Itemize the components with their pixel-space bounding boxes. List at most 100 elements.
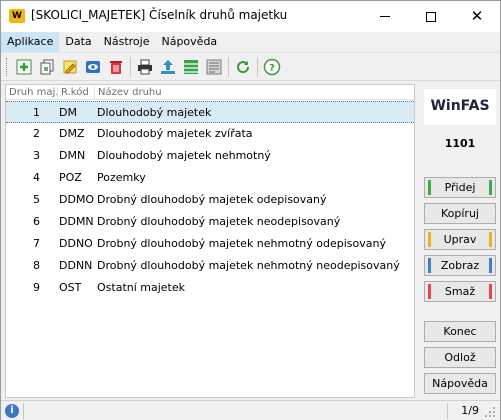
company-code: 1101 — [444, 137, 476, 150]
row-code: DDNO — [59, 237, 93, 250]
row-name: Drobný dlouhodobý majetek nehmotný odepi… — [97, 237, 386, 250]
menu-data[interactable]: Data — [59, 32, 97, 52]
menu-napoveda[interactable]: Nápověda — [155, 32, 223, 52]
row-name: Dlouhodobý majetek zvířata — [97, 127, 253, 140]
row-code: DM — [59, 106, 77, 119]
row-number: 8 — [33, 259, 40, 272]
toolbar-separator — [130, 57, 131, 77]
row-name: Ostatní majetek — [97, 281, 186, 294]
svg-text:?: ? — [269, 63, 275, 74]
table-row[interactable]: 4 POZ Pozemky — [6, 167, 414, 189]
row-name: Drobný dlouhodobý majetek neodepisovaný — [97, 215, 341, 228]
table-row[interactable]: 2 DMZ Dlouhodobý majetek zvířata — [6, 123, 414, 145]
row-number: 3 — [33, 149, 40, 162]
add-color-bar — [428, 180, 431, 195]
postpone-button-label: Odlož — [444, 351, 476, 364]
close-button[interactable]: ✕ — [454, 1, 500, 32]
form-icon[interactable] — [205, 58, 223, 76]
row-name: Pozemky — [97, 171, 146, 184]
copy-button[interactable]: Kopíruj — [424, 203, 496, 224]
row-number: 9 — [33, 281, 40, 294]
table-row[interactable]: 7 DDNO Drobný dlouhodobý majetek nehmotn… — [6, 233, 414, 255]
column-divider[interactable] — [94, 86, 95, 99]
maximize-button[interactable] — [408, 1, 454, 32]
status-divider — [23, 403, 24, 419]
delete-color-bar — [489, 284, 492, 299]
print-icon[interactable] — [136, 58, 154, 76]
minimize-icon — [380, 16, 390, 17]
row-code: OST — [59, 281, 82, 294]
table-icon[interactable] — [182, 58, 200, 76]
row-code: POZ — [59, 171, 82, 184]
app-logo-icon: W — [9, 9, 25, 23]
table-row[interactable]: 5 DDMO Drobný dlouhodobý majetek odepiso… — [6, 189, 414, 211]
menu-aplikace[interactable]: Aplikace — [1, 32, 60, 52]
column-header-rkod[interactable]: R.kód — [61, 85, 93, 100]
maximize-icon — [426, 11, 436, 22]
status-bar: i 1/9 — [1, 400, 500, 420]
column-header-nazev[interactable]: Název druhu — [98, 85, 298, 100]
export-icon[interactable] — [159, 58, 177, 76]
row-number: 6 — [33, 215, 40, 228]
app-window: W [SKOLICI_MAJETEK] Číselník druhů majet… — [0, 0, 501, 420]
edit-icon[interactable] — [61, 58, 79, 76]
table-row[interactable]: 6 DDMN Drobný dlouhodobý majetek neodepi… — [6, 211, 414, 233]
toolbar-separator — [228, 57, 229, 77]
record-counter: 1/9 — [461, 404, 479, 417]
show-button-label: Zobraz — [440, 259, 480, 272]
window-title: [SKOLICI_MAJETEK] Číselník druhů majetku — [31, 8, 288, 22]
row-code: DDMN — [59, 215, 94, 228]
postpone-button[interactable]: Odlož — [424, 347, 496, 368]
edit-color-bar — [428, 232, 431, 247]
row-code: DMZ — [59, 127, 85, 140]
show-color-bar — [428, 258, 431, 273]
show-button[interactable]: Zobraz — [424, 255, 496, 276]
edit-button[interactable]: Uprav — [424, 229, 496, 250]
refresh-icon[interactable] — [234, 58, 252, 76]
info-icon[interactable]: i — [5, 404, 19, 418]
row-name: Dlouhodobý majetek — [97, 106, 212, 119]
row-code: DDMO — [59, 193, 95, 206]
minimize-button[interactable] — [362, 1, 408, 32]
close-icon: ✕ — [470, 7, 484, 25]
table-row[interactable]: 9 OST Ostatní majetek — [6, 277, 414, 299]
row-number: 4 — [33, 171, 40, 184]
toolbar: ? — [1, 53, 500, 81]
help-button[interactable]: Nápověda — [424, 373, 496, 394]
menu-bar: Aplikace Data Nástroje Nápověda — [1, 32, 500, 52]
table-row[interactable]: 3 DMN Dlouhodobý majetek nehmotný — [6, 145, 414, 167]
data-grid[interactable]: Druh maj. R.kód Název druhu 1 DM Dlouhod… — [5, 84, 415, 398]
add-button[interactable]: Přidej — [424, 177, 496, 198]
delete-color-bar — [428, 284, 431, 299]
column-divider[interactable] — [57, 86, 58, 99]
row-code: DDNN — [59, 259, 93, 272]
view-icon[interactable] — [84, 58, 102, 76]
delete-button-label: Smaž — [444, 285, 476, 298]
add-icon[interactable] — [15, 58, 33, 76]
title-bar: W [SKOLICI_MAJETEK] Číselník druhů majet… — [1, 1, 500, 32]
row-number: 5 — [33, 193, 40, 206]
table-row[interactable]: 8 DDNN Drobný dlouhodobý majetek nehmotn… — [6, 255, 414, 277]
delete-button[interactable]: Smaž — [424, 281, 496, 302]
end-button[interactable]: Konec — [424, 321, 496, 342]
brand-logo: WinFAS — [424, 89, 496, 125]
table-row[interactable]: 1 DM Dlouhodobý majetek — [6, 101, 414, 123]
row-name: Dlouhodobý majetek nehmotný — [97, 149, 271, 162]
row-code: DMN — [59, 149, 86, 162]
edit-button-label: Uprav — [443, 233, 477, 246]
toolbar-grip[interactable] — [6, 58, 9, 76]
toolbar-separator — [257, 57, 258, 77]
row-number: 2 — [33, 127, 40, 140]
column-header-druh[interactable]: Druh maj. — [9, 85, 57, 100]
delete-icon[interactable] — [107, 58, 125, 76]
show-color-bar — [489, 258, 492, 273]
status-divider — [447, 403, 448, 419]
copy-icon[interactable] — [38, 58, 56, 76]
row-name: Drobný dlouhodobý majetek odepisovaný — [97, 193, 327, 206]
help-icon[interactable]: ? — [263, 58, 281, 76]
edit-color-bar — [489, 232, 492, 247]
add-button-label: Přidej — [444, 181, 476, 194]
row-number: 7 — [33, 237, 40, 250]
menu-nastroje[interactable]: Nástroje — [98, 32, 156, 52]
resize-grip-icon[interactable] — [484, 406, 496, 418]
